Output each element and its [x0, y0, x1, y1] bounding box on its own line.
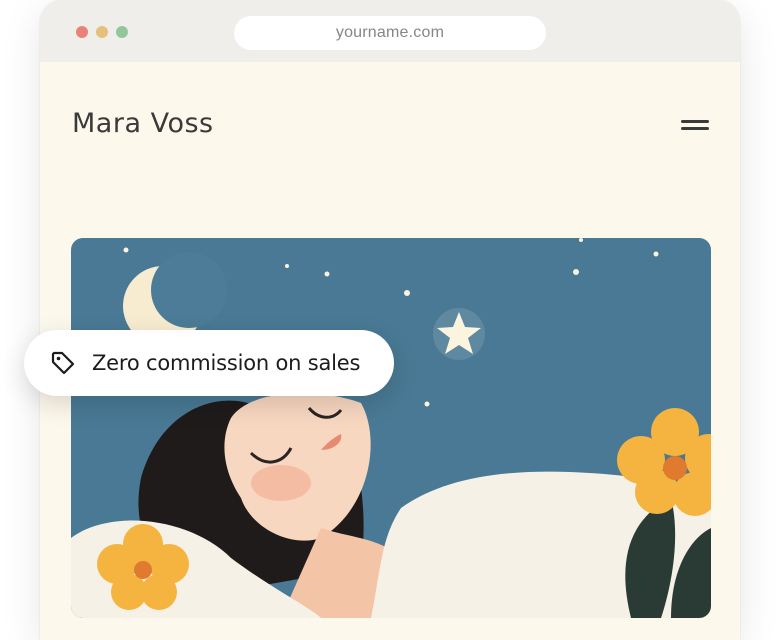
- browser-chrome: yourname.com: [40, 0, 740, 62]
- minimize-dot[interactable]: [96, 26, 108, 38]
- site-title[interactable]: Mara Voss: [72, 108, 214, 139]
- browser-window: yourname.com Mara Voss: [40, 0, 740, 640]
- menu-line: [681, 127, 709, 130]
- star-icon: [433, 308, 485, 360]
- hamburger-menu-icon[interactable]: [678, 116, 712, 136]
- hero-illustration: [71, 238, 711, 618]
- close-dot[interactable]: [76, 26, 88, 38]
- feature-badge: Zero commission on sales: [24, 330, 394, 396]
- address-bar[interactable]: yourname.com: [234, 16, 546, 50]
- address-bar-url: yourname.com: [335, 24, 445, 41]
- site-header: Mara Voss: [40, 62, 740, 190]
- menu-line: [681, 120, 709, 123]
- sleeping-woman-illustration: [71, 238, 711, 618]
- feature-badge-text: Zero commission on sales: [92, 351, 361, 375]
- tag-icon: [50, 350, 76, 376]
- maximize-dot[interactable]: [116, 26, 128, 38]
